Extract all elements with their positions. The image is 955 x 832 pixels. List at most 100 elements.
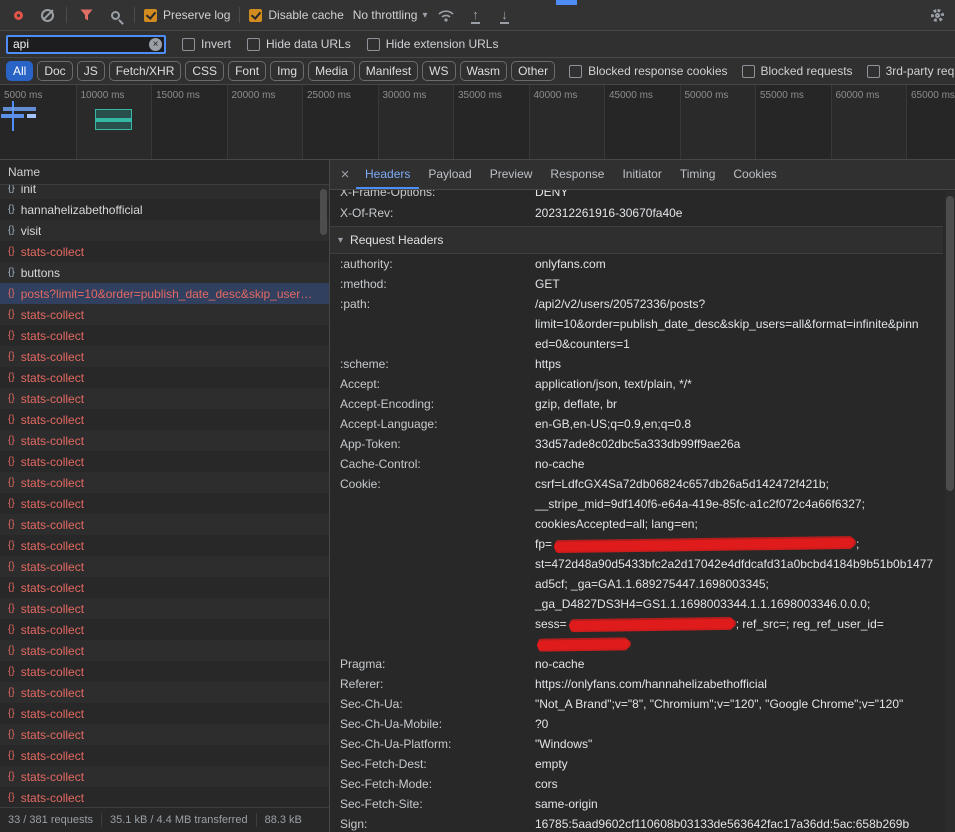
request-row[interactable]: {}stats-collect [0, 766, 329, 787]
request-row[interactable]: {}stats-collect [0, 640, 329, 661]
triangle-down-icon: ▾ [338, 235, 343, 246]
request-list-scrollbar[interactable] [320, 186, 328, 806]
headers-scrollbar[interactable] [945, 191, 955, 832]
type-filter-other[interactable]: Other [511, 61, 555, 81]
request-row[interactable]: {}hannahelizabethofficial [0, 199, 329, 220]
request-name: stats-collect [21, 308, 84, 322]
hide-extension-urls-checkbox[interactable]: Hide extension URLs [367, 37, 499, 51]
request-row[interactable]: {}posts?limit=10&order=publish_date_desc… [0, 283, 329, 304]
json-request-icon: {} [8, 498, 15, 509]
request-row[interactable]: {}visit [0, 220, 329, 241]
tab-payload[interactable]: Payload [419, 160, 480, 189]
request-row[interactable]: {}stats-collect [0, 493, 329, 514]
request-row[interactable]: {}stats-collect [0, 346, 329, 367]
request-row[interactable]: {}stats-collect [0, 724, 329, 745]
tab-timing[interactable]: Timing [671, 160, 725, 189]
tab-headers[interactable]: Headers [356, 160, 419, 189]
network-filter-input[interactable] [6, 35, 166, 54]
third-party-requests-checkbox[interactable]: 3rd-party requests [867, 64, 955, 78]
type-filter-manifest[interactable]: Manifest [359, 61, 418, 81]
request-headers-section-header[interactable]: ▾ Request Headers [330, 227, 943, 254]
json-request-icon: {} [8, 414, 15, 425]
preserve-log-checkbox[interactable]: Preserve log [144, 8, 230, 22]
type-filter-css[interactable]: CSS [185, 61, 224, 81]
type-filter-wasm[interactable]: Wasm [460, 61, 508, 81]
header-value: "Windows" [535, 734, 943, 754]
scrollbar-thumb[interactable] [946, 196, 954, 491]
request-row[interactable]: {}stats-collect [0, 367, 329, 388]
tab-response[interactable]: Response [541, 160, 613, 189]
blocked-requests-checkbox[interactable]: Blocked requests [742, 64, 853, 78]
request-row[interactable]: {}stats-collect [0, 451, 329, 472]
json-request-icon: {} [8, 372, 15, 383]
request-row[interactable]: {}stats-collect [0, 388, 329, 409]
invert-checkbox[interactable]: Invert [182, 37, 231, 51]
hide-data-urls-checkbox[interactable]: Hide data URLs [247, 37, 351, 51]
request-row[interactable]: {}stats-collect [0, 745, 329, 766]
json-request-icon: {} [8, 750, 15, 761]
request-row[interactable]: {}stats-collect [0, 304, 329, 325]
header-value: same-origin [535, 794, 943, 814]
export-har-button[interactable]: ↓ [494, 5, 514, 25]
disable-cache-checkbox[interactable]: Disable cache [249, 8, 343, 22]
request-row[interactable]: {}stats-collect [0, 577, 329, 598]
import-har-button[interactable]: ↑ [465, 5, 485, 25]
header-value: 202312261916-30670fa40e [535, 203, 943, 223]
type-filter-doc[interactable]: Doc [37, 61, 72, 81]
header-value-line: ed=0&counters=1 [535, 334, 943, 354]
request-row[interactable]: {}stats-collect [0, 619, 329, 640]
header-name: :authority: [340, 254, 535, 274]
filter-toggle-button[interactable] [76, 5, 96, 25]
requests-table: Name {}init{}hannahelizabethofficial{}vi… [0, 160, 330, 832]
name-column-header[interactable]: Name [0, 160, 329, 185]
record-network-log-button[interactable] [8, 5, 28, 25]
type-filter-media[interactable]: Media [308, 61, 355, 81]
type-filter-img[interactable]: Img [270, 61, 304, 81]
request-row[interactable]: {}stats-collect [0, 535, 329, 556]
settings-button[interactable] [927, 5, 947, 25]
request-row[interactable]: {}stats-collect [0, 556, 329, 577]
request-row[interactable]: {}stats-collect [0, 661, 329, 682]
request-row[interactable]: {}init [0, 185, 329, 199]
request-name: stats-collect [21, 455, 84, 469]
request-row[interactable]: {}stats-collect [0, 430, 329, 451]
clear-filter-icon[interactable]: × [149, 38, 162, 51]
type-filter-all[interactable]: All [6, 61, 33, 81]
header-value: DENY [535, 190, 943, 202]
disable-cache-label: Disable cache [268, 8, 343, 22]
request-row[interactable]: {}stats-collect [0, 241, 329, 262]
close-icon[interactable]: × [334, 166, 356, 183]
scrollbar-thumb[interactable] [320, 189, 327, 235]
request-row[interactable]: {}stats-collect [0, 682, 329, 703]
filter-bar: × Invert Hide data URLs Hide extension U… [0, 31, 955, 58]
type-filter-fetchxhr[interactable]: Fetch/XHR [109, 61, 182, 81]
waterfall-bar [27, 114, 36, 118]
type-filter-js[interactable]: JS [77, 61, 105, 81]
request-row[interactable]: {}buttons [0, 262, 329, 283]
tab-initiator[interactable]: Initiator [613, 160, 670, 189]
throttling-dropdown[interactable]: No throttling ▾ [353, 8, 428, 22]
request-row[interactable]: {}stats-collect [0, 598, 329, 619]
request-headers-section-title: Request Headers [350, 233, 443, 247]
preserve-log-label: Preserve log [163, 8, 230, 22]
search-button[interactable] [105, 5, 125, 25]
toolbar-divider [134, 7, 135, 23]
header-row: Sec-Fetch-Dest:empty [330, 754, 943, 774]
type-filter-ws[interactable]: WS [422, 61, 455, 81]
blocked-response-cookies-checkbox[interactable]: Blocked response cookies [569, 64, 727, 78]
request-row[interactable]: {}stats-collect [0, 703, 329, 724]
request-row[interactable]: {}stats-collect [0, 787, 329, 807]
json-request-icon: {} [8, 246, 15, 257]
request-row[interactable]: {}stats-collect [0, 514, 329, 535]
request-row[interactable]: {}stats-collect [0, 409, 329, 430]
clear-network-log-button[interactable] [37, 5, 57, 25]
headers-pre-section: X-Of-Rev:202312261916-30670fa40e [330, 203, 943, 227]
request-row[interactable]: {}stats-collect [0, 472, 329, 493]
gear-icon [931, 9, 944, 22]
network-overview-timeline[interactable]: 5000 ms10000 ms15000 ms20000 ms25000 ms3… [0, 85, 955, 160]
type-filter-font[interactable]: Font [228, 61, 266, 81]
tab-cookies[interactable]: Cookies [724, 160, 785, 189]
request-row[interactable]: {}stats-collect [0, 325, 329, 346]
tab-preview[interactable]: Preview [481, 160, 542, 189]
network-conditions-button[interactable] [436, 5, 456, 25]
